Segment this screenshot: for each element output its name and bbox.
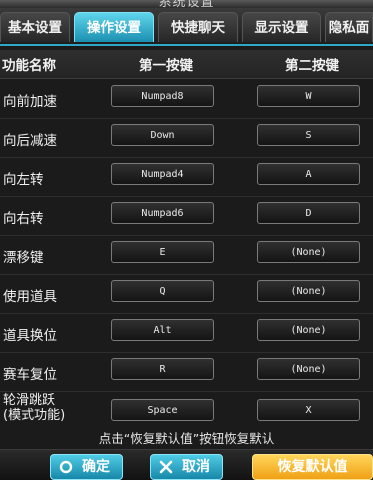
binding-row: 轮滑跳跃 (模式功能) Space X bbox=[0, 391, 373, 430]
primary-key-box[interactable]: Numpad4 bbox=[111, 163, 214, 185]
window-title-bar: 系统设置 bbox=[0, 0, 373, 8]
binding-name-line2: (模式功能) bbox=[3, 408, 66, 423]
close-icon bbox=[159, 460, 173, 474]
binding-name: 使用道具 bbox=[3, 289, 57, 305]
binding-name: 向后减速 bbox=[3, 133, 57, 149]
binding-row: 漂移键 E (None) bbox=[0, 235, 373, 275]
primary-key-box[interactable]: Q bbox=[111, 280, 214, 302]
primary-key-box[interactable]: R bbox=[111, 358, 214, 380]
binding-name-line1: 轮滑跳跃 bbox=[3, 393, 56, 408]
binding-name: 向左转 bbox=[3, 172, 44, 188]
binding-row: 赛车复位 R (None) bbox=[0, 352, 373, 392]
cancel-button[interactable]: 取消 bbox=[150, 454, 223, 480]
col-primary-key: 第一按键 bbox=[139, 58, 193, 74]
binding-row: 道具换位 Alt (None) bbox=[0, 313, 373, 353]
secondary-key-box[interactable]: (None) bbox=[257, 319, 360, 341]
binding-name: 轮滑跳跃 (模式功能) bbox=[3, 393, 65, 423]
primary-key-box[interactable]: Alt bbox=[111, 319, 214, 341]
primary-key-box[interactable]: Numpad6 bbox=[111, 202, 214, 224]
col-function-name: 功能名称 bbox=[2, 58, 56, 74]
binding-row: 向左转 Numpad4 A bbox=[0, 157, 373, 197]
binding-row: 使用道具 Q (None) bbox=[0, 274, 373, 314]
col-secondary-key: 第二按键 bbox=[285, 58, 339, 74]
settings-tabs: 基本设置 操作设置 快捷聊天 显示设置 隐私面 bbox=[0, 8, 373, 46]
secondary-key-box[interactable]: A bbox=[257, 163, 360, 185]
binding-row: 向前加速 Numpad8 W bbox=[0, 79, 373, 119]
circle-icon bbox=[59, 460, 73, 474]
secondary-key-box[interactable]: X bbox=[257, 399, 360, 421]
restore-defaults-button[interactable]: 恢复默认值 bbox=[252, 454, 373, 480]
column-header: 功能名称 第一按键 第二按键 bbox=[0, 50, 373, 79]
tab-control-settings[interactable]: 操作设置 bbox=[74, 12, 154, 42]
secondary-key-box[interactable]: W bbox=[257, 85, 360, 107]
binding-name: 道具换位 bbox=[3, 328, 57, 344]
secondary-key-box[interactable]: (None) bbox=[257, 358, 360, 380]
binding-row: 向右转 Numpad6 D bbox=[0, 196, 373, 236]
restore-hint-text: 点击“恢复默认值”按钮恢复默认 bbox=[98, 431, 275, 446]
secondary-key-box[interactable]: (None) bbox=[257, 280, 360, 302]
secondary-key-box[interactable]: S bbox=[257, 124, 360, 146]
cancel-button-label: 取消 bbox=[182, 459, 210, 475]
secondary-key-box[interactable]: D bbox=[257, 202, 360, 224]
secondary-key-box[interactable]: (None) bbox=[257, 241, 360, 263]
binding-name: 向前加速 bbox=[3, 94, 57, 110]
binding-name: 赛车复位 bbox=[3, 367, 57, 383]
binding-name: 向右转 bbox=[3, 211, 44, 227]
ok-button[interactable]: 确定 bbox=[50, 454, 123, 480]
tab-basic-settings[interactable]: 基本设置 bbox=[0, 12, 70, 42]
ok-button-label: 确定 bbox=[82, 459, 110, 475]
tab-quick-chat[interactable]: 快捷聊天 bbox=[158, 12, 238, 42]
dialog-footer: 确定 取消 恢复默认值 bbox=[0, 449, 373, 480]
primary-key-box[interactable]: Down bbox=[111, 124, 214, 146]
tab-display-settings[interactable]: 显示设置 bbox=[242, 12, 321, 42]
tab-privacy[interactable]: 隐私面 bbox=[325, 12, 373, 42]
binding-name: 漂移键 bbox=[3, 250, 44, 266]
primary-key-box[interactable]: Space bbox=[111, 399, 214, 421]
primary-key-box[interactable]: Numpad8 bbox=[111, 85, 214, 107]
binding-row: 向后减速 Down S bbox=[0, 118, 373, 158]
window-title: 系统设置 bbox=[158, 0, 215, 8]
primary-key-box[interactable]: E bbox=[111, 241, 214, 263]
